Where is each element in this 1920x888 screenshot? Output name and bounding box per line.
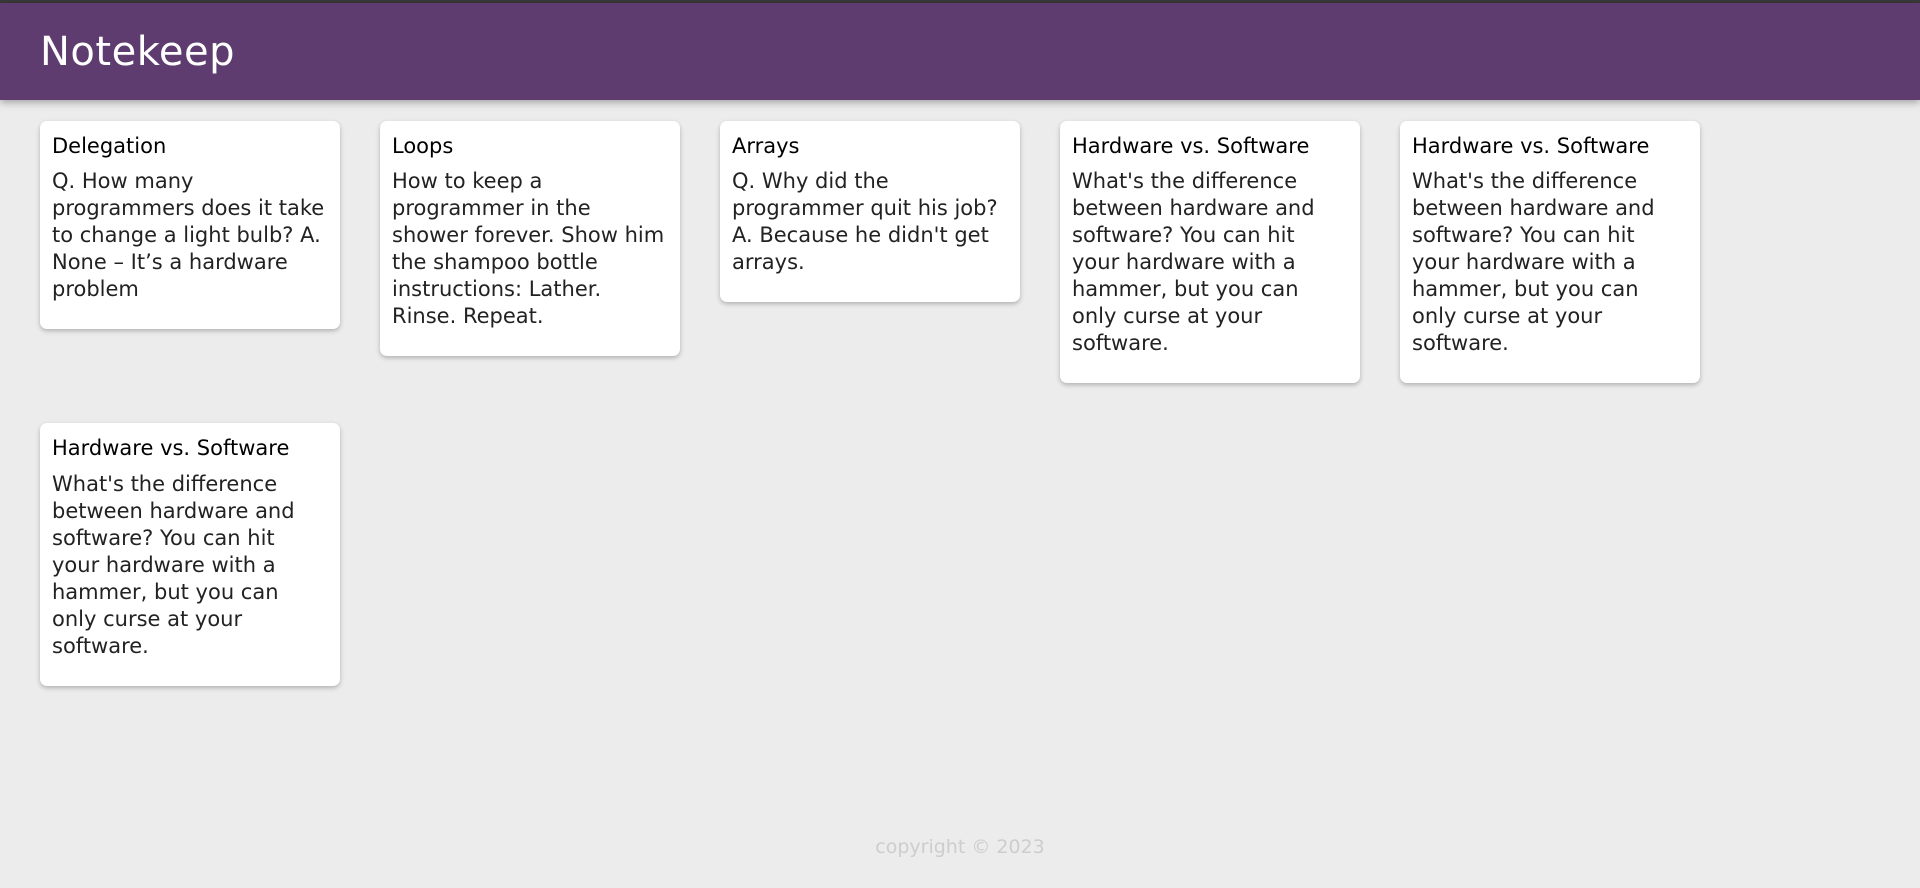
note-title: Arrays	[732, 134, 800, 158]
note-title: Hardware vs. Software	[1412, 134, 1650, 158]
note-content: Q. How many programmers does it take to …	[52, 169, 325, 302]
note-title: Hardware vs. Software	[1072, 134, 1310, 158]
app-header: Notekeep	[0, 3, 1920, 100]
note-card[interactable]: Hardware vs. Software What's the differe…	[1060, 121, 1360, 384]
note-card[interactable]: Hardware vs. Software What's the differe…	[1400, 121, 1700, 384]
note-card[interactable]: Delegation Q. How many programmers does …	[40, 121, 340, 330]
note-card[interactable]: Loops How to keep a programmer in the sh…	[380, 121, 680, 357]
note-content: What's the difference between hardware a…	[1072, 169, 1315, 356]
note-content: Q. Why did the programmer quit his job? …	[732, 169, 998, 275]
footer-copyright: copyright © 2023	[875, 836, 1045, 858]
note-content: What's the difference between hardware a…	[52, 471, 295, 658]
note-title: Delegation	[52, 134, 167, 158]
note-title: Hardware vs. Software	[52, 436, 290, 461]
note-title: Loops	[392, 134, 454, 158]
note-content: How to keep a programmer in the shower f…	[392, 169, 665, 329]
note-card[interactable]: Hardware vs. Software What's the differe…	[40, 423, 340, 686]
notes-grid: Delegation Q. How many programmers does …	[40, 121, 1740, 686]
note-card[interactable]: Arrays Q. Why did the programmer quit hi…	[720, 121, 1020, 303]
app-title: Notekeep	[40, 28, 236, 75]
note-content: What's the difference between hardware a…	[1412, 169, 1655, 356]
